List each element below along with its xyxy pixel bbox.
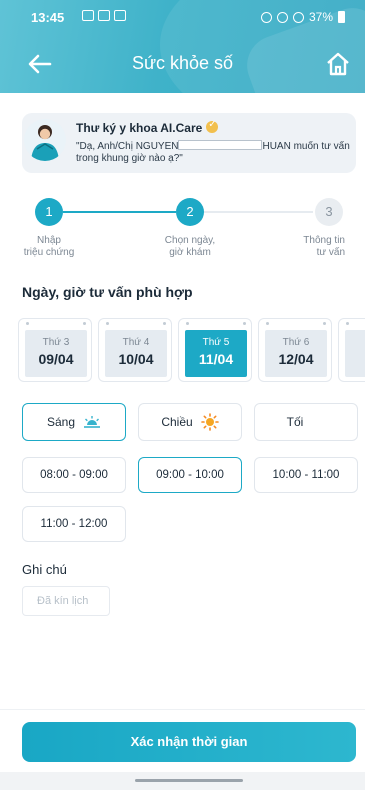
dot	[266, 322, 269, 325]
day-inner: Thứ 3 09/04	[25, 330, 87, 377]
dot	[26, 322, 29, 325]
time-slot[interactable]: 10:00 - 11:00	[254, 457, 358, 493]
mute-icon	[276, 11, 288, 23]
wifi-icon	[292, 11, 304, 23]
alarm-icon	[260, 11, 272, 23]
page-title: Sức khỏe số	[131, 53, 234, 73]
title-bar: Sức khỏe số	[0, 40, 365, 88]
bottom-bar: Xác nhận thời gian	[0, 709, 365, 790]
dot	[186, 322, 189, 325]
notification-icons	[82, 10, 126, 21]
period-label: Tối	[286, 415, 304, 429]
day-inner	[345, 330, 365, 377]
battery-icon	[338, 11, 345, 23]
step-3-circle: 3	[315, 198, 343, 226]
moon-icon	[314, 415, 322, 429]
redacted-name	[178, 140, 263, 150]
step-label-line: triệu chứng	[23, 247, 75, 258]
verified-badge-icon	[206, 119, 219, 133]
dot	[163, 322, 166, 325]
system-icons: 37%	[260, 10, 345, 24]
assistant-card: Thư ký y khoa AI.Care "Dạ, Anh/Chị NGUYE…	[22, 113, 356, 173]
assistant-name: Thư ký y khoa AI.Care	[76, 119, 219, 135]
day-inner: Thứ 6 12/04	[265, 330, 327, 377]
time-slot-selected[interactable]: 09:00 - 10:00	[138, 457, 242, 493]
period-evening-button[interactable]: Tối	[254, 403, 358, 441]
step-1-label: Nhập triệu chứng	[9, 235, 89, 259]
home-indicator[interactable]	[135, 779, 243, 782]
day-card[interactable]: Thứ 6 12/04	[258, 318, 332, 382]
day-date: 11/04	[198, 351, 234, 367]
sunrise-icon	[84, 416, 101, 428]
dot	[83, 322, 86, 325]
assistant-avatar	[24, 119, 66, 161]
period-morning-button[interactable]: Sáng	[22, 403, 126, 441]
assistant-message: "Dạ, Anh/Chị NGUYEN HUAN muốn tư vấn tron…	[76, 140, 351, 165]
day-card[interactable]	[338, 318, 365, 382]
step-1-circle: 1	[35, 198, 63, 226]
zalo-notification-icon	[98, 10, 110, 21]
confirm-time-button[interactable]: Xác nhận thời gian	[22, 722, 356, 762]
step-connector-done	[63, 211, 176, 213]
dot	[243, 322, 246, 325]
day-of-week: Thứ 5	[202, 337, 230, 348]
note-label: Ghi chú	[22, 562, 67, 577]
step-label-line: Nhập	[37, 235, 61, 246]
period-label: Chiều	[161, 415, 193, 429]
assistant-message-prefix: "Dạ, Anh/Chị NGUYEN	[76, 141, 179, 152]
day-date: 10/04	[118, 351, 154, 367]
day-card-selected[interactable]: Thứ 5 11/04	[178, 318, 252, 382]
section-title-date: Ngày, giờ tư vấn phù hợp	[22, 284, 193, 300]
step-label-line: Thông tin	[303, 235, 345, 246]
day-inner: Thứ 4 10/04	[105, 330, 167, 377]
check-notification-icon	[114, 10, 126, 21]
day-of-week: Thứ 6	[282, 337, 310, 348]
status-time: 13:45	[31, 10, 65, 25]
day-picker: Thứ 3 09/04 Thứ 4 10/04 Thứ 5 11/04 Thứ …	[18, 318, 365, 382]
assistant-name-text: Thư ký y khoa AI.Care	[76, 121, 203, 135]
step-3-label: Thông tin tư vấn	[283, 235, 363, 259]
dot	[323, 322, 326, 325]
step-label-line: tư vấn	[316, 247, 345, 258]
step-connector-pending	[203, 211, 313, 213]
progress-stepper: 1 2 3 Nhập triệu chứng Chọn ngày, giờ kh…	[0, 198, 365, 268]
note-input[interactable]: Đã kín lịch	[22, 586, 110, 616]
day-card[interactable]: Thứ 4 10/04	[98, 318, 172, 382]
period-label: Sáng	[46, 415, 76, 429]
status-bar: 13:45 37%	[0, 0, 365, 34]
time-slot[interactable]: 11:00 - 12:00	[22, 506, 126, 542]
battery-level: 37%	[308, 10, 333, 24]
step-label-line: giờ khám	[169, 247, 211, 258]
step-2-circle: 2	[176, 198, 204, 226]
image-notification-icon	[82, 10, 94, 21]
day-date: 12/04	[278, 351, 314, 367]
step-label-line: Chọn ngày,	[164, 235, 216, 246]
home-icon[interactable]	[324, 50, 352, 78]
day-of-week: Thứ 3	[42, 337, 70, 348]
time-slot[interactable]: 08:00 - 09:00	[22, 457, 126, 493]
dot	[346, 322, 349, 325]
day-card[interactable]: Thứ 3 09/04	[18, 318, 92, 382]
period-afternoon-button[interactable]: Chiều	[138, 403, 242, 441]
dot	[106, 322, 109, 325]
step-2-label: Chọn ngày, giờ khám	[150, 235, 230, 259]
day-inner: Thứ 5 11/04	[185, 330, 247, 377]
day-date: 09/04	[38, 351, 74, 367]
day-of-week: Thứ 4	[122, 337, 150, 348]
sun-icon	[200, 413, 219, 431]
app-header: 13:45 37% Sức khỏe số	[0, 0, 365, 93]
